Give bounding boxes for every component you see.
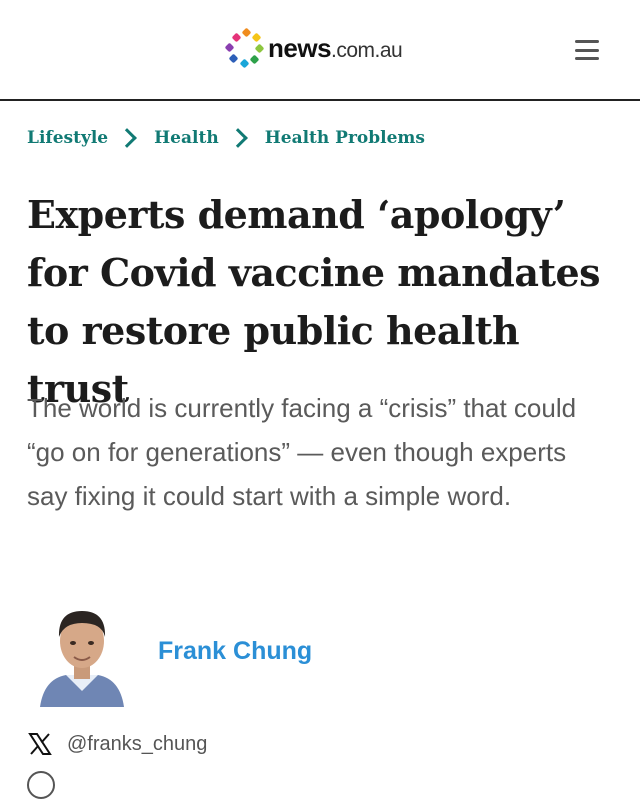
chevron-right-icon (227, 128, 248, 148)
breadcrumb-item-health-problems[interactable]: Health Problems (265, 128, 425, 148)
breadcrumb-item-health[interactable]: Health (154, 128, 219, 148)
chevron-right-icon (117, 128, 138, 148)
logo-dots-icon (222, 27, 265, 69)
author-twitter-link[interactable]: @franks_chung (27, 731, 207, 757)
article-standfirst: The world is currently facing a “crisis”… (27, 393, 577, 511)
author-name-link[interactable]: Frank Chung (158, 637, 312, 666)
logo-brand: news (268, 32, 332, 63)
logo-suffix: .com.au (331, 38, 403, 62)
partial-icon (27, 771, 55, 799)
site-header: news.com.au (0, 0, 640, 101)
author-avatar[interactable] (36, 599, 128, 707)
article-headline: Experts demand ‘apology’ for Covid vacci… (27, 192, 601, 411)
logo-text: news.com.au (268, 32, 403, 64)
twitter-handle: @franks_chung (67, 732, 208, 755)
site-logo[interactable]: news.com.au (222, 27, 403, 69)
x-icon (28, 733, 52, 755)
hamburger-menu-icon[interactable] (575, 40, 599, 60)
breadcrumb-item-lifestyle[interactable]: Lifestyle (27, 128, 108, 148)
breadcrumb: Lifestyle Health Health Problems (27, 128, 425, 148)
